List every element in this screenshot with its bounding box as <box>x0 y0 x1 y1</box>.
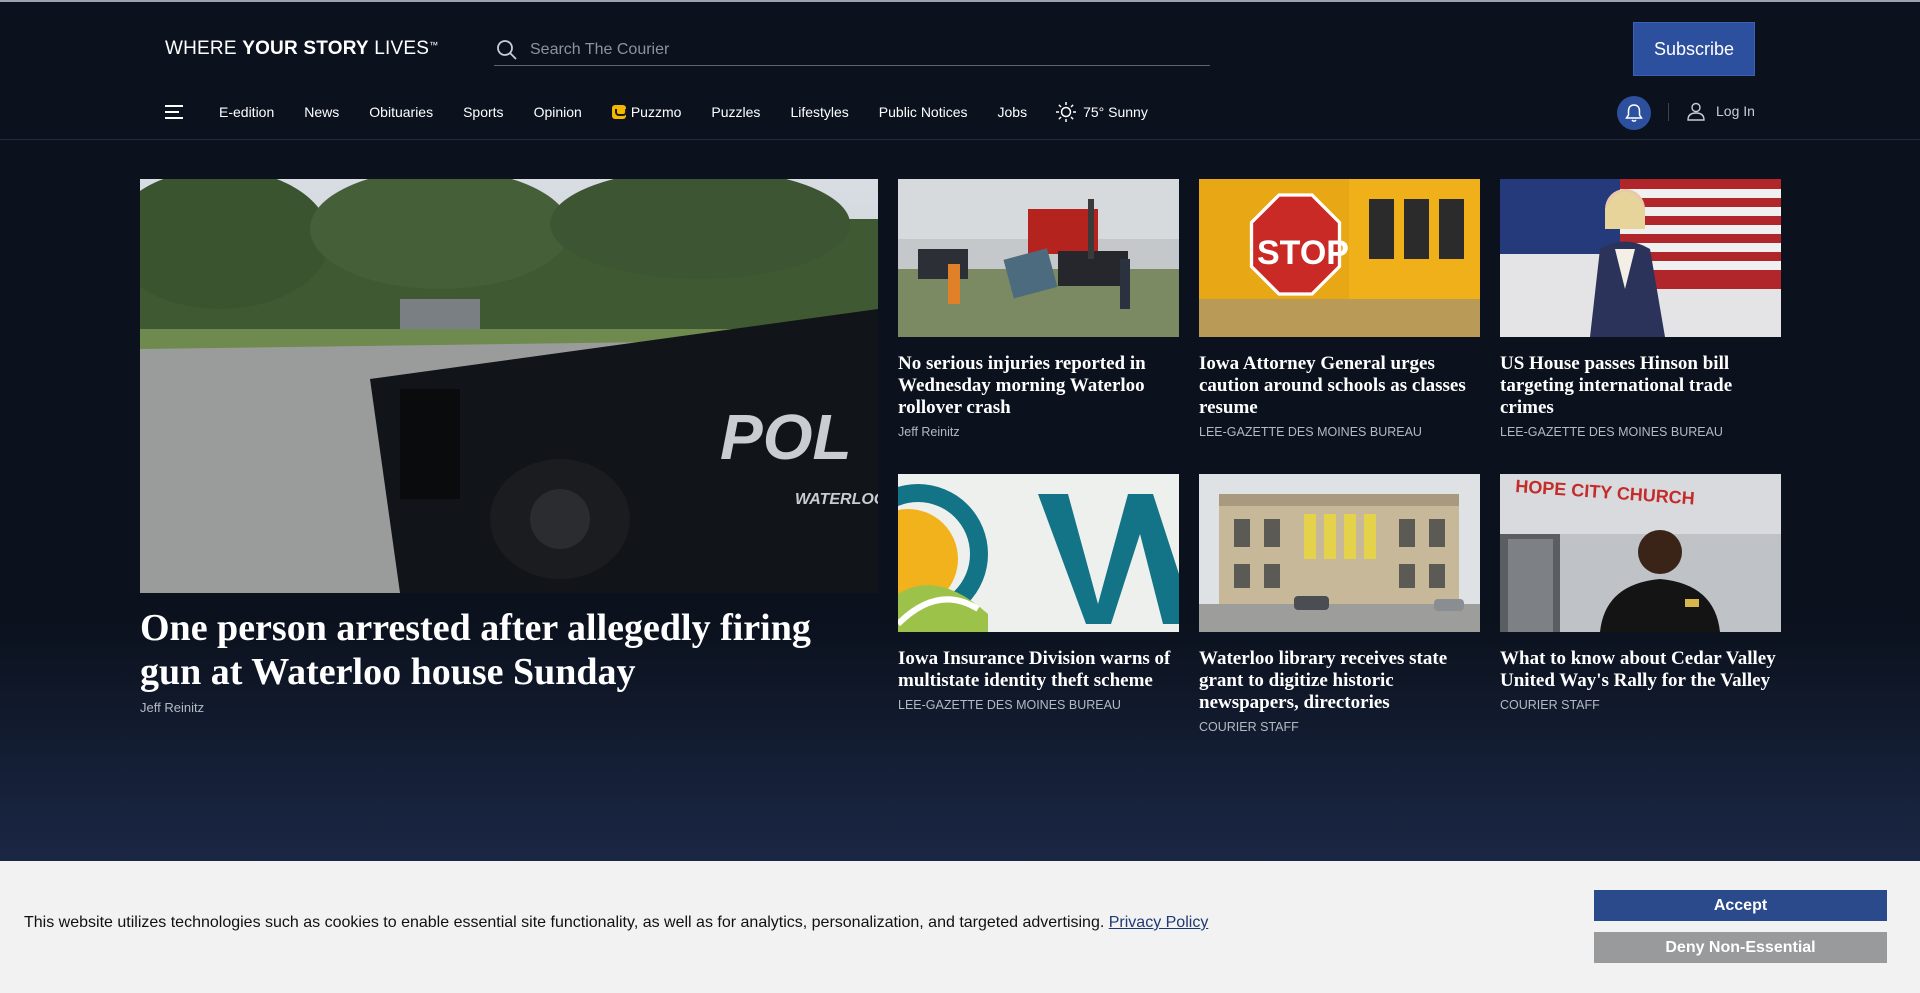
story-image[interactable] <box>898 179 1179 337</box>
story-byline: COURIER STAFF <box>1500 698 1600 712</box>
tagline-bold: YOUR STORY <box>242 38 369 59</box>
weather-text: 75° Sunny <box>1083 104 1148 120</box>
deny-cookies-button[interactable]: Deny Non-Essential <box>1594 932 1887 963</box>
story-image[interactable] <box>1500 179 1781 337</box>
story-image[interactable] <box>1199 474 1480 632</box>
hero-byline: Jeff Reinitz <box>140 700 205 715</box>
search-bar <box>494 34 1210 66</box>
nav-item-lifestyles[interactable]: Lifestyles <box>790 104 848 120</box>
subscribe-button[interactable]: Subscribe <box>1633 22 1755 76</box>
story-byline: LEE-GAZETTE DES MOINES BUREAU <box>898 698 1121 712</box>
nav-item-jobs[interactable]: Jobs <box>998 104 1028 120</box>
login-label: Log In <box>1716 103 1755 119</box>
story-headline[interactable]: Iowa Insurance Division warns of multist… <box>898 648 1179 692</box>
menu-icon[interactable] <box>165 103 185 121</box>
hero-image-subtext: WATERLOO <box>795 491 878 508</box>
hero-image[interactable]: POL WATERLOO <box>140 179 878 593</box>
story-image[interactable]: HOPE CITY CHURCH <box>1500 474 1781 632</box>
nav-item-puzzmo-label: Puzzmo <box>630 104 682 120</box>
login-link[interactable]: Log In <box>1686 101 1755 121</box>
nav-item-puzzmo[interactable]: Puzzmo <box>611 104 682 120</box>
nav-items: E-edition News Obituaries Sports Opinion… <box>219 102 1148 122</box>
sun-icon <box>1056 102 1077 122</box>
story-headline[interactable]: Iowa Attorney General urges caution arou… <box>1199 353 1480 419</box>
nav-item-obituaries[interactable]: Obituaries <box>369 104 433 120</box>
story-headline[interactable]: US House passes Hinson bill targeting in… <box>1500 353 1781 419</box>
puzzmo-icon <box>611 105 627 119</box>
story-card: No serious injuries reported in Wednesda… <box>898 179 1179 439</box>
story-byline: LEE-GAZETTE DES MOINES BUREAU <box>1500 425 1723 439</box>
hero-image-text: POL <box>720 401 852 473</box>
bell-icon <box>1625 104 1643 122</box>
story-image[interactable]: STOP <box>1199 179 1480 337</box>
trademark-mark: ™ <box>429 40 439 50</box>
accept-cookies-button[interactable]: Accept <box>1594 890 1887 921</box>
hero-headline[interactable]: One person arrested after allegedly firi… <box>140 606 860 694</box>
story-card: STOP Iowa Attorney General urges caution… <box>1199 179 1480 439</box>
story-byline: Jeff Reinitz <box>898 425 960 439</box>
nav-item-e-edition[interactable]: E-edition <box>219 104 274 120</box>
nav-item-opinion[interactable]: Opinion <box>534 104 582 120</box>
stop-sign-text: STOP <box>1257 234 1349 272</box>
privacy-policy-link[interactable]: Privacy Policy <box>1109 914 1209 931</box>
cookie-message: This website utilizes technologies such … <box>24 914 1208 932</box>
user-icon <box>1687 102 1705 121</box>
story-card: US House passes Hinson bill targeting in… <box>1500 179 1781 439</box>
story-byline: LEE-GAZETTE DES MOINES BUREAU <box>1199 425 1422 439</box>
story-headline[interactable]: What to know about Cedar Valley United W… <box>1500 648 1781 692</box>
story-byline: COURIER STAFF <box>1199 720 1299 734</box>
story-card: HOPE CITY CHURCH What to know about Ceda… <box>1500 474 1781 712</box>
story-image[interactable] <box>898 474 1179 632</box>
nav-item-sports[interactable]: Sports <box>463 104 503 120</box>
nav-divider <box>1668 103 1669 121</box>
story-card: Iowa Insurance Division warns of multist… <box>898 474 1179 712</box>
site-tagline-logo[interactable]: WHERE YOUR STORY LIVES™ <box>165 38 438 60</box>
nav-item-news[interactable]: News <box>304 104 339 120</box>
cookie-text: This website utilizes technologies such … <box>24 914 1109 931</box>
tagline-pre: WHERE <box>165 38 243 59</box>
weather-widget[interactable]: 75° Sunny <box>1055 101 1148 123</box>
notifications-button[interactable] <box>1617 96 1651 130</box>
story-headline[interactable]: No serious injuries reported in Wednesda… <box>898 353 1179 419</box>
nav-item-public-notices[interactable]: Public Notices <box>879 104 968 120</box>
tagline-post: LIVES <box>368 38 430 59</box>
story-card: Waterloo library receives state grant to… <box>1199 474 1480 734</box>
top-border <box>0 0 1920 2</box>
nav-item-puzzles[interactable]: Puzzles <box>711 104 760 120</box>
cookie-banner: This website utilizes technologies such … <box>0 861 1920 993</box>
story-headline[interactable]: Waterloo library receives state grant to… <box>1199 648 1480 714</box>
search-input[interactable] <box>530 40 1190 59</box>
search-icon[interactable] <box>496 39 518 61</box>
